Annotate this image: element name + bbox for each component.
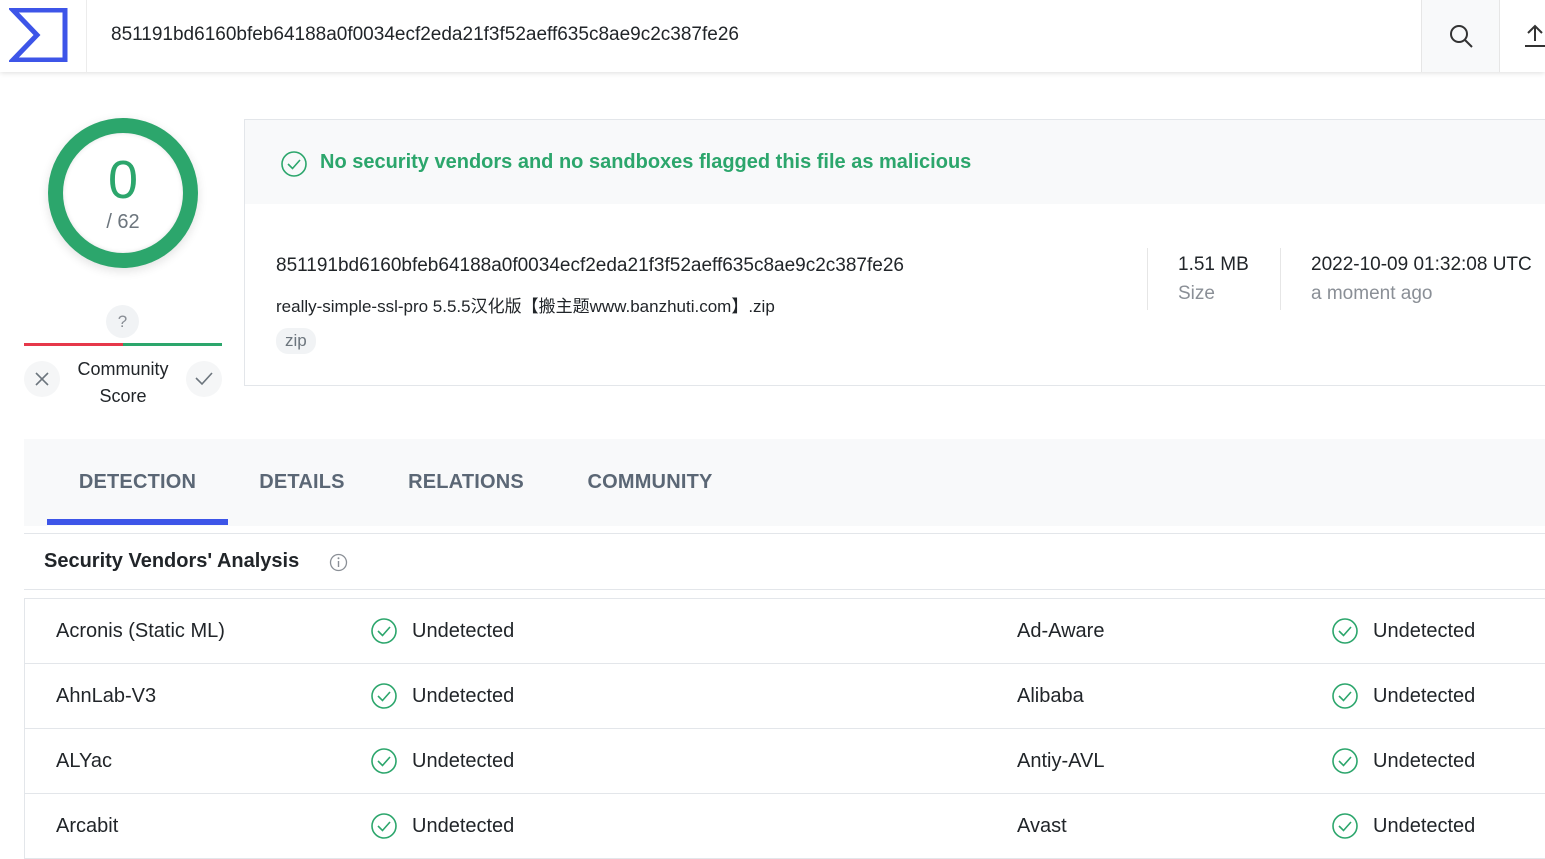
check-circle-icon [1332,748,1358,774]
community-score-value: ? [106,305,139,338]
check-circle-icon [1332,683,1358,709]
vendor-name: Acronis (Static ML) [56,619,225,642]
vendor-name: Alibaba [1017,684,1084,707]
tab-community[interactable]: COMMUNITY [556,439,744,526]
community-score-bar-harmless [123,343,222,346]
vendor-name: ALYac [56,749,112,772]
vendor-name: Ad-Aware [1017,619,1105,642]
vendor-name: Antiy-AVL [1017,749,1105,772]
info-icon[interactable] [329,553,348,572]
file-size-value: 1.51 MB [1178,254,1249,275]
detection-score-ring: 0 / 62 [48,118,198,268]
tab-relations[interactable]: RELATIONS [376,439,556,526]
vendor-result: Undetected [370,729,514,793]
divider [1147,248,1148,310]
report-tabs: DETECTION DETAILS RELATIONS COMMUNITY [24,439,1545,526]
vendor-name: Arcabit [56,814,119,837]
file-type-tag[interactable]: zip [276,328,316,354]
file-hash[interactable]: 851191bd6160bfeb64188a0f0034ecf2eda21f3f… [276,255,904,277]
analysis-date-relative: a moment ago [1311,283,1433,304]
vendor-result-label: Undetected [412,749,515,772]
table-row: Arcabit Undetected Avast Undetected [25,794,1545,859]
logo-divider [86,0,87,72]
check-circle-icon [371,748,397,774]
vendor-result-label: Undetected [1373,814,1476,837]
vendor-name: Avast [1017,814,1067,837]
vote-malicious-button[interactable] [24,361,60,397]
vendor-result: Undetected [370,664,514,728]
community-score-bar-harmful [24,343,123,346]
table-row: Acronis (Static ML) Undetected Ad-Aware … [25,599,1545,664]
virustotal-logo-icon[interactable] [9,8,69,62]
vendor-table: Acronis (Static ML) Undetected Ad-Aware … [24,598,1545,859]
vendor-result: Undetected [1331,664,1475,728]
vendor-result-label: Undetected [412,684,515,707]
vendor-result: Undetected [370,599,514,663]
file-name: really-simple-ssl-pro 5.5.5汉化版【搬主题www.ba… [276,297,775,316]
search-input[interactable] [96,16,1421,54]
close-icon [35,372,49,386]
table-row: AhnLab-V3 Undetected Alibaba Undetected [25,664,1545,729]
community-score-label: Community Score [77,359,169,406]
detection-score-inner: 0 / 62 [63,133,183,253]
vote-harmless-button[interactable] [186,361,222,397]
active-tab-indicator [47,519,228,525]
vendor-result-label: Undetected [1373,749,1476,772]
verdict-text: No security vendors and no sandboxes fla… [320,151,972,173]
analysis-date-value: 2022-10-09 01:32:08 UTC [1311,254,1532,275]
engine-total: / 62 [106,211,140,233]
file-summary-card: No security vendors and no sandboxes fla… [244,119,1545,386]
divider [24,589,1545,590]
section-title: Security Vendors' Analysis [44,550,300,572]
table-row: ALYac Undetected Antiy-AVL Undetected [25,729,1545,794]
check-circle-icon [1332,813,1358,839]
detection-count: 0 [107,150,139,210]
vendor-result: Undetected [370,794,514,858]
divider [1280,248,1281,310]
upload-button[interactable] [1499,0,1545,72]
verdict-banner: No security vendors and no sandboxes fla… [245,120,1545,204]
divider [24,533,1545,534]
vendor-result-label: Undetected [412,814,515,837]
upload-icon [1525,24,1545,47]
check-circle-icon [1332,618,1358,644]
check-circle-icon [371,813,397,839]
check-icon [195,372,213,386]
top-bar [0,0,1545,72]
vendor-result: Undetected [1331,599,1475,663]
tab-detection[interactable]: DETECTION [47,439,228,526]
check-circle-icon [281,151,307,177]
tab-details[interactable]: DETAILS [228,439,376,526]
vendor-result-label: Undetected [1373,619,1476,642]
vendor-name: AhnLab-V3 [56,684,157,707]
check-circle-icon [371,618,397,644]
file-size-label: Size [1178,283,1215,304]
vendor-result: Undetected [1331,794,1475,858]
vendor-result-label: Undetected [412,619,515,642]
vendor-result-label: Undetected [1373,684,1476,707]
search-icon [1449,25,1473,48]
vendor-result: Undetected [1331,729,1475,793]
check-circle-icon [371,683,397,709]
search-button[interactable] [1421,0,1500,72]
